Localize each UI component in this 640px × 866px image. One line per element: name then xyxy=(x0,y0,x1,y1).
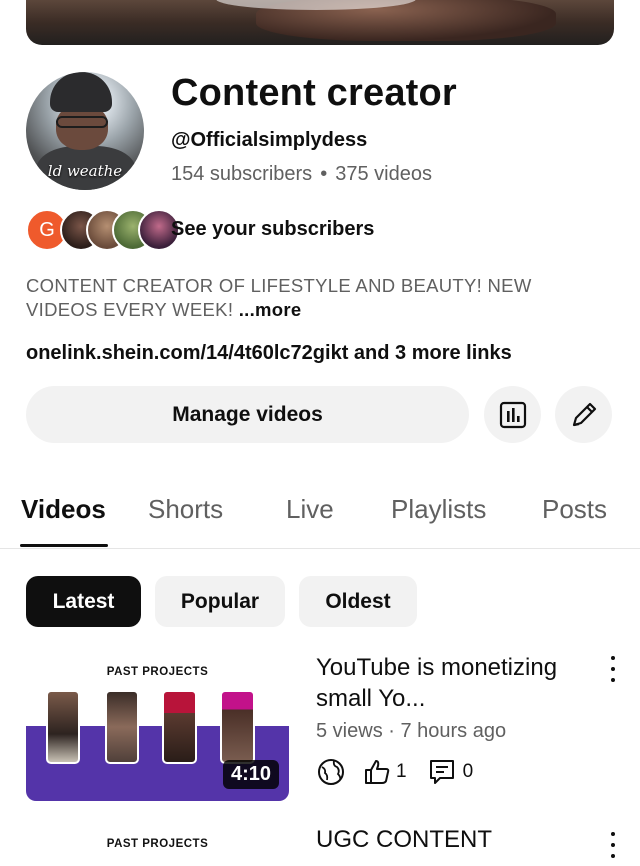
filter-chip-latest[interactable]: Latest xyxy=(26,576,141,627)
tab-playlists[interactable]: Playlists xyxy=(391,494,486,525)
video-meta: 5 views · 7 hours ago xyxy=(316,720,507,742)
tab-videos[interactable]: Videos xyxy=(21,494,106,525)
stats-separator: • xyxy=(320,163,328,185)
tab-shorts[interactable]: Shorts xyxy=(148,494,223,525)
globe-icon xyxy=(318,759,344,785)
channel-stats: 154 subscribers • 375 videos xyxy=(171,163,432,186)
avatar-hat xyxy=(50,72,112,112)
manage-videos-button[interactable]: Manage videos xyxy=(26,386,469,443)
video-menu-icon[interactable] xyxy=(609,656,617,682)
video-stats: 1 0 xyxy=(316,756,473,788)
description-more-link[interactable]: ...more xyxy=(239,299,302,320)
subscriber-count: 154 subscribers xyxy=(171,163,313,185)
video-title[interactable]: UGC CONTENT xyxy=(316,826,492,854)
filter-chip-popular[interactable]: Popular xyxy=(155,576,285,627)
channel-handle: @Officialsimplydess xyxy=(171,129,368,151)
video-menu-icon[interactable] xyxy=(609,832,617,858)
channel-avatar[interactable]: ld weathe xyxy=(26,72,144,190)
thumbnail-card xyxy=(220,690,255,764)
like-count: 1 xyxy=(396,761,407,782)
thumbnail-card xyxy=(105,690,139,764)
comment-count: 0 xyxy=(462,761,474,782)
thumbs-up-icon[interactable] xyxy=(362,757,392,787)
thumbnail-label: PAST PROJECTS xyxy=(106,838,209,850)
channel-links[interactable]: onelink.shein.com/14/4t60lc72gikt and 3 … xyxy=(26,342,512,365)
video-count: 375 videos xyxy=(335,163,432,185)
channel-banner[interactable] xyxy=(26,0,614,45)
pencil-icon xyxy=(572,402,596,426)
video-thumbnail[interactable]: PAST PROJECTS 4:10 xyxy=(26,650,289,801)
avatar-glasses xyxy=(56,116,108,128)
analytics-button[interactable] xyxy=(484,386,541,443)
tab-live[interactable]: Live xyxy=(286,494,334,525)
filter-chip-oldest[interactable]: Oldest xyxy=(299,576,417,627)
active-tab-indicator xyxy=(20,544,108,547)
thumbnail-label: PAST PROJECTS xyxy=(106,666,209,678)
video-title[interactable]: YouTube is monetizing small Yo... xyxy=(316,652,581,714)
see-subscribers-link[interactable]: See your subscribers xyxy=(171,218,374,241)
thumbnail-card xyxy=(162,690,197,764)
thumbnail-card xyxy=(46,690,80,764)
video-thumbnail[interactable]: PAST PROJECTS xyxy=(26,826,289,866)
video-duration: 4:10 xyxy=(222,760,279,789)
channel-name: Content creator xyxy=(171,72,457,114)
tab-posts[interactable]: Posts xyxy=(542,494,607,525)
analytics-icon xyxy=(499,401,526,428)
channel-description[interactable]: CONTENT CREATOR OF LIFESTYLE AND BEAUTY!… xyxy=(26,274,606,322)
comment-icon[interactable] xyxy=(427,757,457,787)
channel-tabs: Videos Shorts Live Playlists Posts xyxy=(0,484,640,549)
edit-channel-button[interactable] xyxy=(555,386,612,443)
avatar-caption: ld weathe xyxy=(47,162,123,180)
